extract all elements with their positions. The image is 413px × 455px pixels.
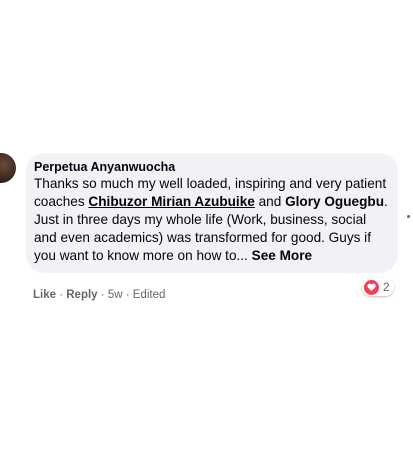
- love-reaction-icon: [364, 279, 379, 295]
- more-options-icon[interactable]: [407, 215, 410, 218]
- comment-text: Thanks so much my well loaded, inspiring…: [34, 175, 388, 265]
- comment-actions: Like · Reply · 5w · Edited: [33, 289, 165, 301]
- comment-text-middle: and: [254, 194, 286, 209]
- reply-button[interactable]: Reply: [66, 289, 97, 301]
- comment-author[interactable]: Perpetua Anyanwuocha: [34, 159, 388, 175]
- comment-timestamp[interactable]: 5w: [108, 289, 123, 301]
- mention-link[interactable]: Glory Oguegbu: [285, 194, 384, 209]
- reaction-count: 2: [383, 280, 390, 294]
- action-separator: ·: [56, 289, 67, 301]
- see-more-link[interactable]: See More: [252, 248, 312, 263]
- edited-label[interactable]: Edited: [133, 289, 166, 301]
- mention-link[interactable]: Chibuzor Mirian Azubuike: [88, 194, 254, 209]
- action-separator: ·: [122, 289, 133, 301]
- avatar[interactable]: [0, 153, 16, 183]
- comment-bubble: Perpetua Anyanwuocha Thanks so much my w…: [26, 153, 398, 273]
- reaction-summary[interactable]: 2: [362, 278, 394, 296]
- action-separator: ·: [97, 289, 108, 301]
- like-button[interactable]: Like: [33, 289, 56, 301]
